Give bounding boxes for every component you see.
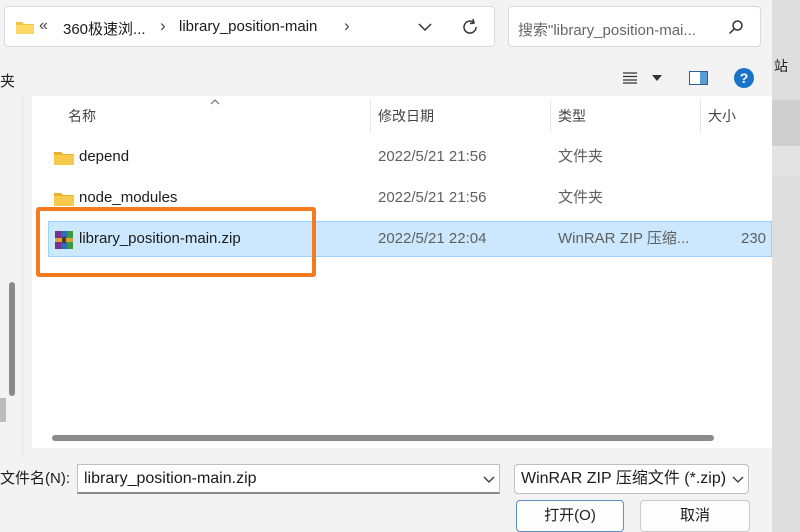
- folder-icon: [54, 152, 74, 165]
- column-divider[interactable]: [700, 100, 701, 132]
- filename-value[interactable]: library_position-main.zip: [84, 470, 257, 487]
- breadcrumb-chevron[interactable]: ›: [344, 16, 350, 36]
- breadcrumb-overflow[interactable]: «: [39, 17, 48, 35]
- file-row[interactable]: depend 2022/5/21 21:56 文件夹: [48, 139, 772, 175]
- preview-pane-icon[interactable]: [689, 71, 708, 85]
- navigation-scrollbar[interactable]: [9, 282, 15, 396]
- folder-icon: [54, 193, 74, 206]
- breadcrumb-parent[interactable]: 360极速浏...: [63, 18, 146, 39]
- column-header-size[interactable]: 大小: [708, 96, 736, 136]
- cancel-button[interactable]: 取消: [640, 500, 750, 532]
- filename-field[interactable]: library_position-main.zip: [77, 464, 500, 494]
- highlight-annotation: [36, 207, 316, 277]
- address-bar[interactable]: « 360极速浏... › library_position-main ›: [4, 6, 495, 47]
- toolbar: 夹 ?: [0, 56, 772, 100]
- file-name[interactable]: depend: [79, 139, 129, 175]
- file-type: 文件夹: [558, 189, 604, 206]
- horizontal-scrollbar-thumb[interactable]: [52, 435, 714, 441]
- column-header-type[interactable]: 类型: [558, 96, 586, 136]
- file-date: 2022/5/21 22:04: [378, 230, 487, 247]
- breadcrumb-current[interactable]: library_position-main: [179, 18, 317, 35]
- view-dropdown-icon[interactable]: [652, 75, 662, 81]
- help-icon[interactable]: ?: [734, 68, 754, 88]
- folder-icon: [16, 22, 34, 34]
- column-divider[interactable]: [550, 100, 551, 132]
- toolbar-clipped-label[interactable]: 夹: [0, 70, 15, 91]
- search-input[interactable]: 搜索"library_position-mai...: [518, 19, 696, 40]
- chevron-down-icon[interactable]: [732, 476, 744, 484]
- background-window-text: 站: [774, 58, 788, 74]
- column-header-date[interactable]: 修改日期: [378, 96, 434, 136]
- sort-ascending-icon: [210, 99, 220, 105]
- search-icon[interactable]: [728, 19, 744, 35]
- view-menu-icon[interactable]: [622, 72, 638, 84]
- column-header-name[interactable]: 名称: [68, 96, 96, 136]
- filetype-value[interactable]: WinRAR ZIP 压缩文件 (*.zip): [521, 470, 726, 487]
- refresh-icon[interactable]: [461, 18, 479, 36]
- search-box[interactable]: 搜索"library_position-mai...: [508, 6, 761, 47]
- chevron-down-icon[interactable]: [418, 22, 432, 32]
- file-size: 230: [741, 230, 767, 247]
- file-date: 2022/5/21 21:56: [378, 189, 487, 206]
- background-window-strip: 站: [772, 0, 800, 532]
- column-divider[interactable]: [370, 100, 371, 132]
- filename-label: 文件名(N):: [0, 470, 70, 487]
- open-button[interactable]: 打开(O): [516, 500, 624, 532]
- chevron-down-icon[interactable]: [483, 476, 495, 484]
- file-type: 文件夹: [558, 148, 604, 165]
- file-type: WinRAR ZIP 压缩...: [558, 230, 690, 247]
- file-date: 2022/5/21 21:56: [378, 148, 487, 165]
- breadcrumb-chevron[interactable]: ›: [160, 16, 166, 36]
- navigation-item-marker: [0, 398, 6, 422]
- filetype-select[interactable]: WinRAR ZIP 压缩文件 (*.zip): [514, 464, 749, 494]
